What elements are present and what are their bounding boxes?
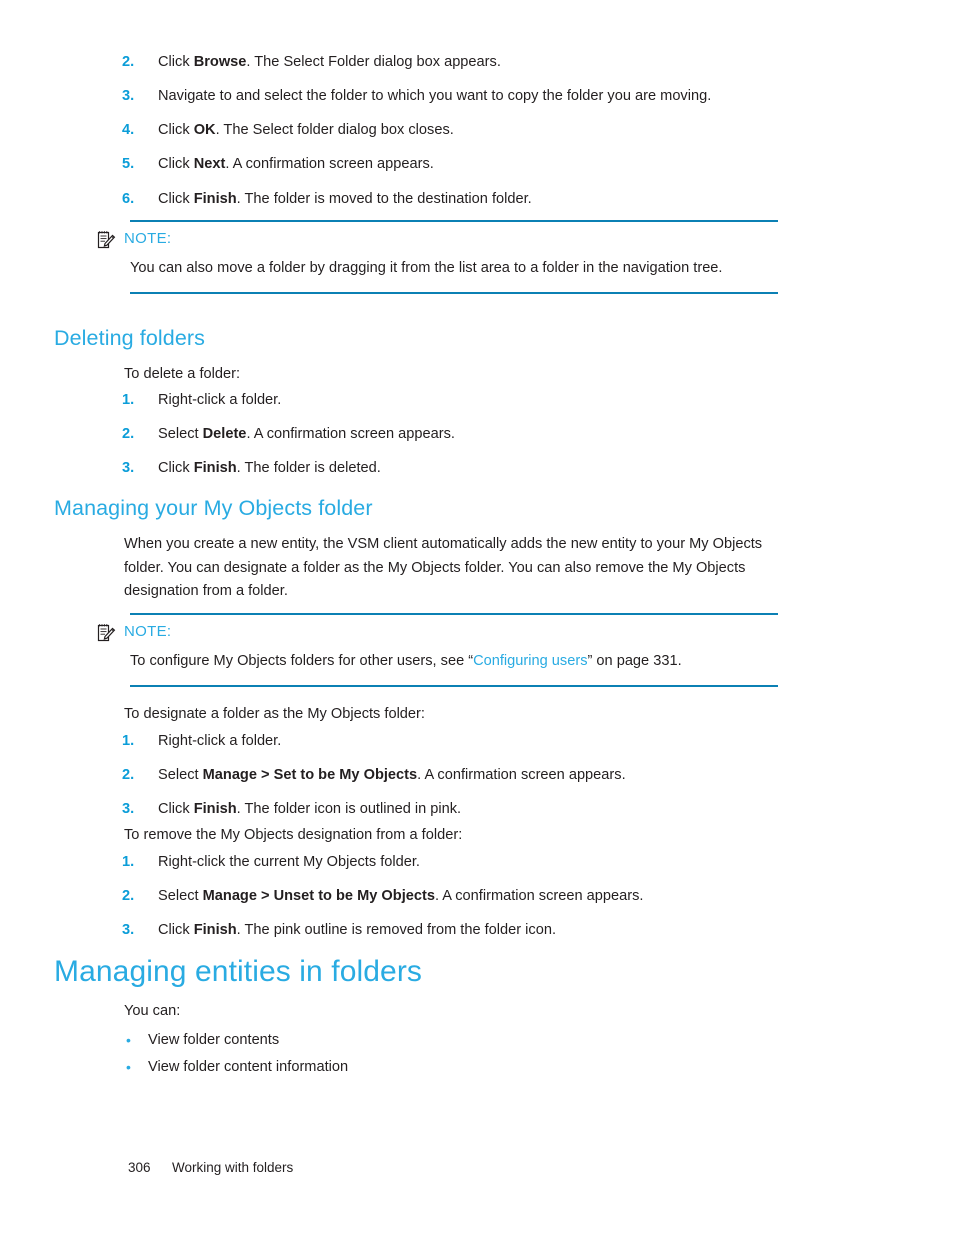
remove-my-objects-intro: To remove the My Objects designation fro… bbox=[124, 827, 463, 843]
list-item: • View folder content information bbox=[124, 1057, 804, 1078]
list-item: 5. Click Next. A confirmation screen app… bbox=[122, 154, 822, 175]
list-item: 3. Click Finish. The pink outline is rem… bbox=[122, 920, 802, 941]
step-text: Select Manage > Unset to be My Objects. … bbox=[158, 888, 644, 905]
footer-chapter-title: Working with folders bbox=[172, 1160, 294, 1175]
page-number: 306 bbox=[128, 1160, 151, 1175]
note-bottom-rule bbox=[130, 291, 778, 294]
section-heading-managing-my-objects: Managing your My Objects folder bbox=[54, 496, 373, 520]
step-text: Select Delete. A confirmation screen app… bbox=[158, 426, 455, 443]
step-number: 1. bbox=[122, 854, 135, 870]
note-text-before: To configure My Objects folders for othe… bbox=[130, 653, 474, 669]
step-number: 5. bbox=[122, 156, 135, 173]
document-page: 2. Click Browse. The Select Folder dialo… bbox=[0, 0, 954, 1235]
step-number: 2. bbox=[122, 767, 135, 784]
note-text-after: ” on page 331. bbox=[587, 653, 682, 669]
step-number: 2. bbox=[122, 426, 135, 443]
list-item: 2. Select Manage > Set to be My Objects.… bbox=[122, 765, 802, 786]
step-text: Right-click a folder. bbox=[158, 733, 282, 749]
cross-reference-link-configuring-users[interactable]: Configuring users bbox=[473, 653, 587, 669]
move-folder-steps-list: 2. Click Browse. The Select Folder dialo… bbox=[122, 52, 822, 210]
step-text: Navigate to and select the folder to whi… bbox=[158, 88, 712, 105]
deleting-folders-intro: To delete a folder: bbox=[124, 366, 241, 382]
list-item: 1. Right-click a folder. bbox=[122, 731, 802, 752]
list-item: • View folder contents bbox=[124, 1030, 804, 1051]
designate-my-objects-steps-list: 1. Right-click a folder. 2. Select Manag… bbox=[122, 731, 802, 820]
note-label: NOTE: bbox=[124, 623, 172, 640]
step-number: 6. bbox=[122, 190, 135, 207]
bullet-dot-icon: • bbox=[126, 1032, 131, 1048]
list-item: 6. Click Finish. The folder is moved to … bbox=[122, 189, 822, 210]
remove-my-objects-steps-list: 1. Right-click the current My Objects fo… bbox=[122, 852, 802, 941]
bullet-dot-icon: • bbox=[126, 1059, 131, 1076]
step-text: Right-click a folder. bbox=[158, 392, 282, 408]
note-body-text: You can also move a folder by dragging i… bbox=[130, 260, 723, 276]
step-text: Right-click the current My Objects folde… bbox=[158, 854, 420, 870]
step-number: 1. bbox=[122, 392, 135, 408]
list-item: 3. Click Finish. The folder is deleted. bbox=[122, 458, 802, 479]
page-footer: 306 Working with folders bbox=[128, 1160, 293, 1175]
note-header: NOTE: bbox=[96, 222, 778, 249]
my-objects-paragraph: When you create a new entity, the VSM cl… bbox=[124, 536, 763, 600]
step-number: 3. bbox=[122, 88, 135, 105]
step-number: 2. bbox=[122, 54, 135, 70]
step-number: 4. bbox=[122, 122, 135, 139]
deleting-folders-steps-list: 1. Right-click a folder. 2. Select Delet… bbox=[122, 390, 802, 479]
bullet-text: View folder contents bbox=[148, 1032, 280, 1048]
step-text: Click Browse. The Select Folder dialog b… bbox=[158, 54, 501, 70]
managing-entities-intro: You can: bbox=[124, 1003, 181, 1019]
list-item: 1. Right-click a folder. bbox=[122, 390, 802, 411]
note-body-text: To configure My Objects folders for othe… bbox=[130, 642, 778, 685]
step-text: Select Manage > Set to be My Objects. A … bbox=[158, 767, 626, 784]
list-item: 4. Click OK. The Select folder dialog bo… bbox=[122, 120, 822, 141]
note-header: NOTE: bbox=[96, 615, 778, 642]
section-heading-deleting-folders: Deleting folders bbox=[54, 326, 205, 350]
step-text: Click Finish. The folder icon is outline… bbox=[158, 801, 462, 818]
list-item: 3. Navigate to and select the folder to … bbox=[122, 86, 822, 107]
managing-entities-bullet-list: • View folder contents • View folder con… bbox=[124, 1030, 804, 1084]
step-text: Click Finish. The pink outline is remove… bbox=[158, 922, 557, 939]
step-text: Click Finish. The folder is moved to the… bbox=[158, 190, 532, 207]
step-number: 3. bbox=[122, 801, 135, 818]
step-text: Click Next. A confirmation screen appear… bbox=[158, 156, 434, 173]
list-item: 2. Click Browse. The Select Folder dialo… bbox=[122, 52, 822, 73]
list-item: 3. Click Finish. The folder icon is outl… bbox=[122, 799, 802, 820]
note-box-move-folder: NOTE: You can also move a folder by drag… bbox=[96, 220, 778, 294]
list-item: 2. Select Manage > Unset to be My Object… bbox=[122, 886, 802, 907]
note-box-configure-my-objects: NOTE: To configure My Objects folders fo… bbox=[96, 613, 778, 687]
note-pad-pen-icon bbox=[96, 623, 116, 643]
list-item: 1. Right-click the current My Objects fo… bbox=[122, 852, 802, 873]
step-number: 3. bbox=[122, 460, 135, 477]
bullet-text: View folder content information bbox=[148, 1059, 349, 1076]
note-bottom-rule bbox=[130, 684, 778, 687]
note-label: NOTE: bbox=[124, 230, 172, 247]
step-text: Click OK. The Select folder dialog box c… bbox=[158, 122, 454, 139]
step-number: 3. bbox=[122, 922, 135, 939]
step-text: Click Finish. The folder is deleted. bbox=[158, 460, 381, 477]
step-number: 2. bbox=[122, 888, 135, 905]
note-pad-pen-icon bbox=[96, 230, 116, 250]
step-number: 1. bbox=[122, 733, 135, 749]
section-heading-managing-entities: Managing entities in folders bbox=[54, 955, 423, 988]
list-item: 2. Select Delete. A confirmation screen … bbox=[122, 424, 802, 445]
designate-my-objects-intro: To designate a folder as the My Objects … bbox=[124, 706, 425, 722]
